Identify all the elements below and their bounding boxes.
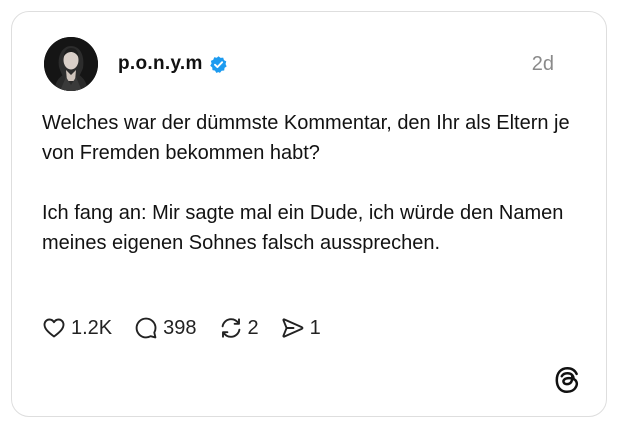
verified-badge-icon bbox=[209, 55, 228, 74]
post-paragraph-1: Welches war der dümmste Kommentar, den I… bbox=[42, 112, 570, 164]
like-button[interactable]: 1.2K bbox=[42, 316, 112, 340]
threads-logo-icon[interactable] bbox=[554, 366, 580, 394]
share-count: 1 bbox=[309, 316, 321, 339]
post-paragraph-2: Ich fang an: Mir sagte mal ein Dude, ich… bbox=[42, 202, 564, 254]
reply-button[interactable]: 398 bbox=[134, 316, 197, 340]
share-button[interactable]: 1 bbox=[281, 316, 321, 340]
action-bar: 1.2K 398 2 1 bbox=[42, 314, 343, 342]
avatar-photo bbox=[44, 37, 98, 91]
comment-icon bbox=[135, 317, 157, 339]
username[interactable]: p.o.n.y.m bbox=[118, 53, 203, 75]
share-icon bbox=[282, 318, 304, 338]
heart-icon bbox=[43, 318, 65, 338]
repost-button[interactable]: 2 bbox=[219, 316, 259, 340]
reply-count: 398 bbox=[163, 316, 197, 339]
author-row: p.o.n.y.m bbox=[118, 52, 228, 76]
post-body: Welches war der dümmste Kommentar, den I… bbox=[42, 108, 582, 258]
like-count: 1.2K bbox=[71, 316, 113, 339]
avatar[interactable] bbox=[44, 37, 98, 91]
repost-count: 2 bbox=[247, 316, 259, 339]
repost-icon bbox=[221, 318, 240, 338]
timestamp: 2d bbox=[531, 53, 554, 75]
threads-post-card: p.o.n.y.m 2d Welches war der dümmste Kom… bbox=[11, 11, 607, 417]
